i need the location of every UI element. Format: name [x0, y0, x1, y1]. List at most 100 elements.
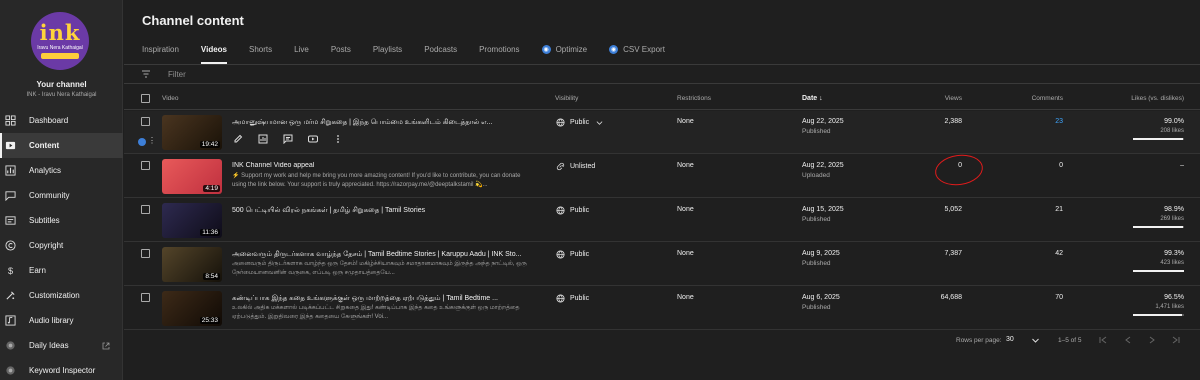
rows-per-page-label: Rows per page: [956, 337, 1002, 344]
table-row[interactable]: 25:33 கண்டிப்பாக இந்த கதை உங்களுக்குள் ஒ… [124, 287, 1200, 330]
row-checkbox[interactable] [141, 249, 150, 258]
views-value: 2,388 [944, 118, 962, 125]
sidebar-item-subtitles[interactable]: Subtitles [0, 208, 123, 233]
chevron-down-icon [596, 121, 603, 125]
previous-page-icon[interactable] [1123, 335, 1133, 345]
visibility-dropdown[interactable]: Unlisted [556, 162, 595, 171]
video-title[interactable]: அனைவரும் திருடர்களாக வாழ்ந்த தேசம் | Tam… [232, 250, 534, 259]
more-options-icon[interactable]: ⋮ [148, 136, 156, 145]
tab-optimize[interactable]: ◉ Optimize [541, 40, 587, 64]
header-date[interactable]: Date ↓ [802, 95, 823, 102]
sidebar-item-content[interactable]: Content [0, 133, 123, 158]
header-visibility[interactable]: Visibility [555, 95, 578, 102]
sidebar-item-label: Keyword Inspector [29, 366, 96, 375]
first-page-icon[interactable] [1098, 335, 1108, 345]
tab-label: CSV Export [623, 45, 665, 54]
sidebar-item-community[interactable]: Community [0, 183, 123, 208]
tab-videos[interactable]: Videos [200, 40, 228, 64]
sidebar-item-analytics[interactable]: Analytics [0, 158, 123, 183]
video-title[interactable]: அமானுஷ்யமான ஒரு மர்ம சிறுகதை | இந்த பொம்… [232, 118, 534, 127]
video-duration: 8:54 [203, 273, 220, 280]
video-title[interactable]: 500 பெட்டியில் விரல் நகங்கள் | தமிழ் சிற… [232, 206, 534, 215]
header-comments[interactable]: Comments [1032, 95, 1063, 102]
video-thumbnail[interactable]: 8:54 [162, 247, 222, 282]
restrictions-value: None [677, 206, 694, 213]
comments-value[interactable]: 0 [1059, 162, 1063, 169]
tab-live[interactable]: Live [294, 40, 309, 64]
last-page-icon[interactable] [1171, 335, 1181, 345]
header-likes[interactable]: Likes (vs. dislikes) [1131, 95, 1184, 102]
next-page-icon[interactable] [1147, 335, 1157, 345]
video-title[interactable]: கண்டிப்பாக இந்த கதை உங்களுக்குள் ஒரு மாற… [232, 294, 534, 303]
restrictions-value: None [677, 118, 694, 125]
visibility-dropdown[interactable]: Public [556, 206, 589, 215]
analytics-action[interactable] [257, 133, 269, 145]
sidebar-item-copyright[interactable]: Copyright [0, 233, 123, 258]
table-row[interactable]: 8:54 அனைவரும் திருடர்களாக வாழ்ந்த தேசம் … [124, 243, 1200, 286]
likes-percent: 99.3% [1164, 250, 1184, 257]
date-value: Aug 6, 2025 [802, 294, 840, 301]
comments-value[interactable]: 70 [1055, 294, 1063, 301]
publish-status: Published [802, 128, 831, 135]
table-row[interactable]: 4:19 INK Channel Video appeal ⚡ Support … [124, 155, 1200, 198]
sidebar-item-customization[interactable]: Customization [0, 283, 123, 308]
table-row[interactable]: ⋮ 19:42 அமானுஷ்யமான ஒரு மர்ம சிறுகதை | இ… [124, 111, 1200, 154]
row-checkbox[interactable] [141, 205, 150, 214]
community-icon [4, 190, 16, 202]
likes-ratio-bar [1133, 270, 1184, 272]
row-checkbox[interactable] [141, 161, 150, 170]
table-row[interactable]: 11:36 500 பெட்டியில் விரல் நகங்கள் | தமி… [124, 199, 1200, 242]
extension-badge-icon[interactable] [138, 138, 146, 146]
earn-icon: $ [4, 265, 16, 277]
filter-icon[interactable] [141, 69, 151, 79]
comments-value[interactable]: 21 [1055, 206, 1063, 213]
tab-posts[interactable]: Posts [331, 40, 351, 64]
row-checkbox[interactable] [141, 293, 150, 302]
chevron-down-icon[interactable] [1031, 336, 1040, 345]
sidebar-item-dashboard[interactable]: Dashboard [0, 108, 123, 133]
tab-csv-export[interactable]: ◉ CSV Export [609, 40, 665, 64]
filter-input[interactable] [168, 68, 468, 81]
date-value: Aug 22, 2025 [802, 118, 844, 125]
tab-podcasts[interactable]: Podcasts [424, 40, 457, 64]
video-title[interactable]: INK Channel Video appeal [232, 162, 534, 169]
comments-action[interactable] [282, 133, 294, 145]
restrictions-value: None [677, 250, 694, 257]
select-all-checkbox[interactable] [141, 94, 150, 103]
rows-per-page-select[interactable]: 30 [1006, 336, 1014, 343]
visibility-dropdown[interactable]: Public [556, 118, 608, 127]
header-restrictions[interactable]: Restrictions [677, 95, 711, 102]
dashboard-icon [4, 115, 16, 127]
channel-avatar[interactable]: ink Iravu Nera Kathaigal [31, 12, 89, 70]
video-thumbnail[interactable]: 19:42 [162, 115, 222, 150]
sidebar-item-label: Subtitles [29, 216, 60, 225]
more-options-icon[interactable] [332, 133, 344, 145]
date-value: Aug 9, 2025 [802, 250, 840, 257]
video-thumbnail[interactable]: 4:19 [162, 159, 222, 194]
header-date-label: Date [802, 95, 818, 102]
header-video: Video [162, 95, 179, 102]
restrictions-value: None [677, 162, 694, 169]
visibility-dropdown[interactable]: Public [556, 294, 589, 303]
sidebar-item-daily-ideas[interactable]: Daily Ideas [0, 333, 123, 358]
tab-shorts[interactable]: Shorts [249, 40, 272, 64]
edit-details-action[interactable] [232, 133, 244, 145]
visibility-dropdown[interactable]: Public [556, 250, 589, 259]
comments-value[interactable]: 23 [1055, 118, 1063, 125]
comments-value[interactable]: 42 [1055, 250, 1063, 257]
tab-promotions[interactable]: Promotions [479, 40, 519, 64]
sidebar-item-keyword-inspector[interactable]: Keyword Inspector [0, 358, 123, 380]
sidebar-item-label: Copyright [29, 241, 64, 250]
video-thumbnail[interactable]: 25:33 [162, 291, 222, 326]
video-thumbnail[interactable]: 11:36 [162, 203, 222, 238]
tab-inspiration[interactable]: Inspiration [142, 40, 179, 64]
analytics-icon [4, 165, 16, 177]
logo-banner [41, 53, 79, 59]
tab-playlists[interactable]: Playlists [373, 40, 402, 64]
row-checkbox[interactable] [141, 117, 150, 126]
sidebar-item-earn[interactable]: $ Earn [0, 258, 123, 283]
sidebar-item-audio-library[interactable]: Audio library [0, 308, 123, 333]
youtube-action[interactable] [307, 133, 319, 145]
header-views[interactable]: Views [945, 95, 962, 102]
sidebar-item-label: Analytics [29, 166, 62, 175]
